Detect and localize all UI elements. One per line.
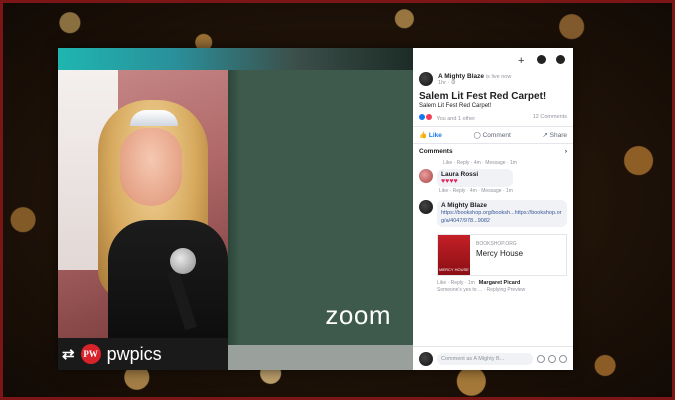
link-source: BOOKSHOP.ORG [476, 241, 517, 247]
camera-icon[interactable] [548, 354, 556, 363]
reactions-text[interactable]: You and 1 other [436, 116, 475, 122]
add-icon[interactable]: + [518, 55, 527, 67]
like-button[interactable]: 👍 Like [419, 131, 442, 139]
notifications-icon[interactable] [556, 54, 565, 64]
like-label: Like [428, 132, 442, 139]
emoji-icon[interactable] [537, 354, 545, 363]
speaker-video [58, 70, 228, 370]
laptop-screen: ⇄ PW pwpics zoom + A Mighty Blaze is liv… [58, 48, 573, 370]
comment-label: Comment [482, 132, 511, 139]
post-subtitle: Salem Lit Fest Red Carpet! [419, 103, 492, 109]
comments-count[interactable]: 12 Comments [533, 114, 567, 122]
post-author-meta: is live now [485, 73, 512, 80]
speaker-face [120, 128, 182, 206]
comment-text: ♥♥♥♥ [441, 178, 458, 185]
watermark-bar: ⇄ PW pwpics [58, 338, 232, 370]
gif-icon[interactable] [559, 354, 567, 363]
reactions-row: You and 1 other 12 Comments [413, 110, 573, 126]
post-title: Salem Lit Fest Red Carpet! [419, 91, 547, 102]
like-reaction-icon [419, 114, 425, 120]
post-author[interactable]: A Mighty Blaze [438, 73, 484, 80]
link-preview-card[interactable]: MERCY HOUSE BOOKSHOP.ORG Mercy House [437, 234, 567, 276]
comment-author[interactable]: Laura Rossi [441, 171, 509, 178]
composer-tools [537, 354, 567, 363]
reaction-icons [419, 114, 432, 120]
reply-author[interactable]: Margaret Picard [479, 280, 521, 286]
post-actions: 👍 Like ◯ Comment ↗ Share [413, 126, 573, 144]
zoom-bottom-strip [228, 345, 413, 370]
facebook-live-panel: + A Mighty Blaze is live now 1hr · ⚙ Sal… [413, 48, 573, 370]
reply-actions[interactable]: Like · Reply · 1m [437, 280, 475, 286]
microphone [170, 248, 196, 274]
avatar[interactable] [419, 200, 433, 214]
comment-input[interactable]: Comment as A Mighty B... [437, 352, 533, 365]
comment-item: A Mighty Blaze https://bookshop.org/book… [413, 197, 573, 230]
comments-heading: Comments [419, 148, 453, 155]
screen-top-strip [58, 48, 413, 70]
link-title: Mercy House [476, 249, 524, 258]
love-reaction-icon [426, 114, 432, 120]
comment-link[interactable]: https://bookshop.org/booksh...https://bo… [441, 209, 563, 225]
reply-sub: Someone's yes to ... · Replying Preview [437, 287, 526, 293]
book-cover: MERCY HOUSE [438, 235, 470, 275]
comment-bubble: A Mighty Blaze https://bookshop.org/book… [437, 200, 567, 227]
reply-sub-row: Someone's yes to ... · Replying Preview [413, 286, 573, 293]
zoom-panel-edge [228, 70, 240, 370]
comments-header: Comments › [413, 144, 573, 159]
reply-row: Like · Reply · 1m Margaret Picard [413, 276, 573, 286]
tiara [130, 110, 178, 126]
comment-actions[interactable]: Like · Reply · 4m · Message · 1m [437, 187, 513, 194]
account-handle: pwpics [106, 343, 162, 364]
comment-bubble: Laura Rossi ♥♥♥♥ [437, 169, 513, 187]
zoom-logo: zoom [325, 300, 391, 330]
post-header: A Mighty Blaze is live now 1hr · ⚙ [413, 70, 573, 88]
repost-icon: ⇄ [62, 346, 75, 363]
comments-options-icon[interactable]: › [565, 148, 567, 155]
comment-author[interactable]: A Mighty Blaze [441, 202, 563, 209]
avatar [419, 351, 433, 366]
comment-composer: Comment as A Mighty B... [413, 346, 573, 370]
messenger-icon[interactable] [537, 54, 546, 64]
comment-button[interactable]: ◯ Comment [474, 131, 511, 139]
avatar[interactable] [419, 169, 433, 183]
zoom-panel: zoom [228, 70, 413, 370]
post-time: 1hr · ⚙ [438, 79, 456, 86]
fb-toolbar: + [413, 48, 573, 70]
share-button[interactable]: ↗ Share [542, 131, 567, 139]
comment-actions[interactable]: Like · Reply · 4m · Message · 1m [413, 159, 573, 166]
pw-logo-icon: PW [80, 344, 101, 364]
comment-item: Laura Rossi ♥♥♥♥ Like · Reply · 4m · Mes… [413, 166, 573, 197]
share-label: Share [549, 132, 567, 139]
photo-frame: ⇄ PW pwpics zoom + A Mighty Blaze is liv… [0, 0, 675, 400]
avatar[interactable] [419, 72, 433, 86]
